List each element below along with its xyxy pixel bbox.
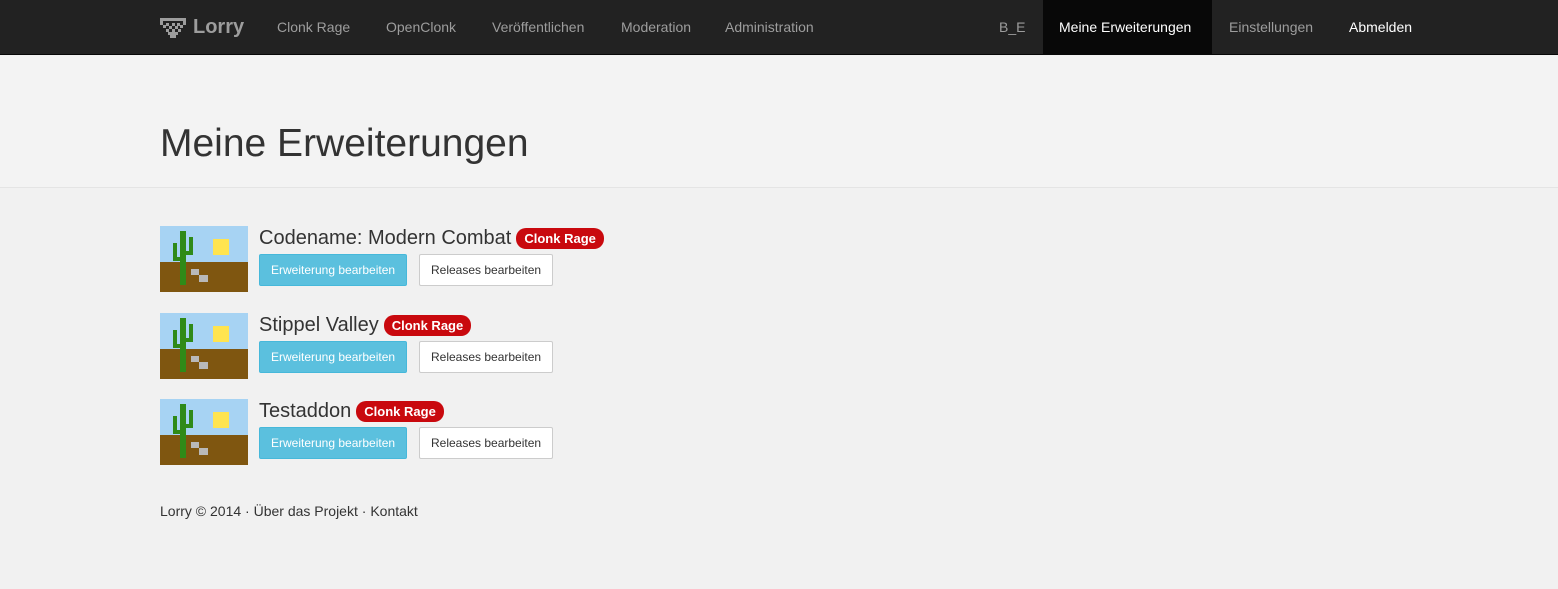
nav-my-addons[interactable]: Meine Erweiterungen: [1043, 0, 1212, 55]
page-title: Meine Erweiterungen: [160, 122, 529, 165]
footer: Lorry © 2014 · Über das Projekt · Kontak…: [160, 503, 418, 519]
nav-administration[interactable]: Administration: [709, 0, 830, 55]
edit-addon-button[interactable]: Erweiterung bearbeiten: [259, 341, 408, 373]
lorry-logo-icon: [160, 17, 186, 38]
addon-name[interactable]: Codename: Modern Combat: [259, 226, 511, 250]
nav-openclonk[interactable]: OpenClonk: [370, 0, 472, 55]
nav-publish[interactable]: Veröffentlichen: [476, 0, 600, 55]
game-badge: Clonk Rage: [383, 314, 472, 336]
nav-logout[interactable]: Abmelden: [1333, 0, 1428, 55]
edit-releases-button[interactable]: Releases bearbeiten: [419, 341, 554, 373]
edit-releases-button[interactable]: Releases bearbeiten: [419, 254, 554, 286]
footer-contact-link[interactable]: Kontakt: [370, 503, 417, 519]
nav-user[interactable]: B_E: [983, 0, 1041, 55]
footer-copyright: Lorry © 2014: [160, 503, 242, 519]
edit-addon-button[interactable]: Erweiterung bearbeiten: [259, 427, 408, 459]
top-navbar: Lorry Clonk Rage OpenClonk Veröffentlich…: [0, 0, 1558, 55]
addon-thumbnail-icon[interactable]: [160, 399, 248, 465]
addon-name[interactable]: Testaddon: [259, 399, 351, 423]
nav-moderation[interactable]: Moderation: [605, 0, 707, 55]
addon-thumbnail-icon[interactable]: [160, 313, 248, 379]
edit-releases-button[interactable]: Releases bearbeiten: [419, 427, 554, 459]
footer-separator: ·: [245, 503, 250, 519]
addon-name[interactable]: Stippel Valley: [259, 313, 379, 337]
game-badge: Clonk Rage: [516, 227, 604, 249]
edit-addon-button[interactable]: Erweiterung bearbeiten: [259, 254, 408, 286]
footer-about-link[interactable]: Über das Projekt: [254, 503, 358, 519]
game-badge: Clonk Rage: [356, 400, 444, 422]
brand-link[interactable]: Lorry: [160, 0, 244, 55]
nav-settings[interactable]: Einstellungen: [1213, 0, 1329, 55]
nav-clonk-rage[interactable]: Clonk Rage: [261, 0, 366, 55]
addon-thumbnail-icon[interactable]: [160, 226, 248, 292]
brand-name: Lorry: [193, 16, 245, 38]
footer-separator: ·: [361, 503, 367, 519]
